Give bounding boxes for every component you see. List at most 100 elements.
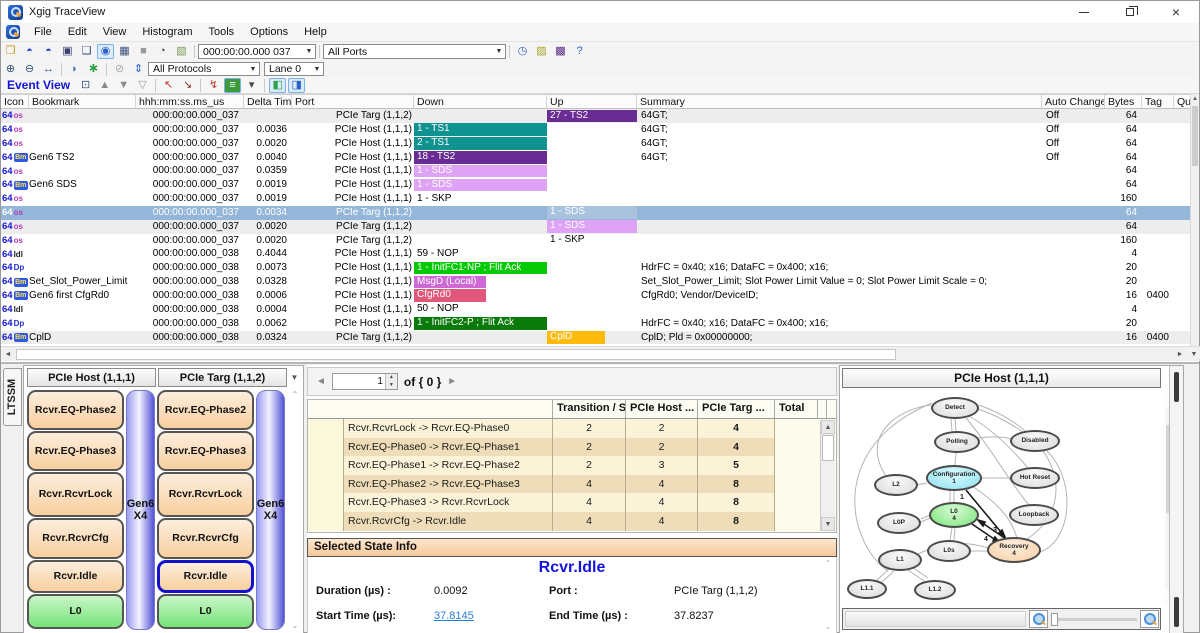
transition-row[interactable]: Rcvr.EQ-Phase2 -> Rcvr.EQ-Phase3448 [308, 475, 836, 494]
diagram-hscrollbar[interactable] [845, 611, 1026, 627]
decode-view-icon[interactable]: ◧ [269, 78, 286, 93]
diagram-node-l1-1[interactable]: L1.1 [847, 579, 887, 599]
diagram-node-hot-reset[interactable]: Hot Reset [1010, 467, 1060, 489]
ltssm-state-rcvr-rcvrlock[interactable]: Rcvr.RcvrLock [27, 472, 124, 517]
lane-view-icon[interactable]: ◨ [288, 78, 305, 93]
col-header-bytes[interactable]: Bytes [1105, 95, 1142, 108]
diagram-node-polling[interactable]: Polling [934, 431, 980, 453]
traffic-dropdown-icon[interactable]: ▾ [243, 78, 260, 93]
scroll-down-icon[interactable]: ⌄ [292, 621, 299, 630]
event-table-hscrollbar[interactable]: ◄ ► ▼ [1, 346, 1200, 361]
menu-tools[interactable]: Tools [200, 24, 242, 40]
export-segment-icon[interactable]: ◓ [40, 44, 57, 59]
menu-options[interactable]: Options [242, 24, 296, 40]
ltssm-port-header-0[interactable]: PCIe Host (1,1,1) [27, 368, 156, 387]
scroll-up-icon[interactable]: ⌃ [292, 390, 299, 399]
diagram-node-l1[interactable]: L1 [878, 549, 922, 571]
transition-row[interactable]: Rcvr.EQ-Phase0 -> Rcvr.EQ-Phase1224 [308, 438, 836, 457]
diagram-node-recovery[interactable]: Recovery4 [987, 537, 1041, 563]
snapshot-icon[interactable]: ▧ [173, 44, 190, 59]
transition-row[interactable]: Rcvr.RcvrLock -> Rcvr.EQ-Phase0224 [308, 419, 836, 438]
menu-histogram[interactable]: Histogram [134, 24, 200, 40]
scroll-up-icon[interactable]: ▲ [1191, 94, 1199, 105]
trans-header-3[interactable]: Total [775, 400, 818, 418]
time-info-icon[interactable]: ◷ [514, 44, 531, 59]
col-header-auto-change[interactable]: Auto Change [1042, 95, 1105, 108]
ltssm-port-header-1[interactable]: PCIe Targ (1,1,2) [158, 368, 287, 387]
scroll-down-icon[interactable]: ▼ [1187, 351, 1200, 358]
ports-combo[interactable]: All Ports ▼ [323, 44, 506, 59]
save-all-icon[interactable]: ❏ [78, 44, 95, 59]
ltssm-state-rcvr-idle[interactable]: Rcvr.Idle [27, 560, 124, 593]
menu-file[interactable]: File [26, 24, 60, 40]
table-row[interactable]: 64os000:00:00.000_0370.0020PCIe Targ (1,… [1, 220, 1192, 234]
trans-header-0[interactable]: Transition / State [553, 400, 626, 418]
diagram-node-disabled[interactable]: Disabled [1010, 430, 1060, 452]
diagram-node-detect[interactable]: Detect [931, 397, 979, 419]
scroll-down-icon[interactable]: ⌄ [825, 622, 832, 631]
save-icon[interactable]: ▣ [59, 44, 76, 59]
nav-next-icon[interactable]: ► [447, 376, 457, 387]
diagram-node-configuration[interactable]: Configuration1 [926, 465, 982, 491]
diagram-header[interactable]: PCIe Host (1,1,1) [842, 368, 1161, 388]
restore-button[interactable] [1107, 1, 1153, 23]
export-trace-icon[interactable]: ◓ [21, 44, 38, 59]
fit-width-icon[interactable]: ↔ [40, 62, 57, 77]
diagram-node-l0p[interactable]: L0P [877, 512, 921, 534]
table-row[interactable]: 64os000:00:00.000_0370.0020PCIe Host (1,… [1, 137, 1192, 151]
table-row[interactable]: 64os000:00:00.000_0370.0034PCIe Targ (1,… [1, 206, 1192, 220]
col-header-up[interactable]: Up [547, 95, 637, 108]
table-row[interactable]: 64Idl000:00:00.000_0380.0004PCIe Host (1… [1, 303, 1192, 317]
jump-down-icon[interactable]: ↘ [179, 78, 196, 93]
trans-header-2[interactable]: PCIe Targ ... [698, 400, 775, 418]
zoom-slider[interactable] [1051, 612, 1137, 626]
lane-combo[interactable]: Lane 0 ▼ [264, 62, 324, 76]
filter-icon[interactable]: ▽ [134, 78, 151, 93]
spin-up-icon[interactable]: ▲ [386, 374, 397, 382]
diagram-node-loopback[interactable]: Loopback [1009, 504, 1059, 526]
trans-header-1[interactable]: PCIe Host ... [626, 400, 698, 418]
table-row[interactable]: 64os000:00:00.000_0370.0020PCIe Targ (1,… [1, 234, 1192, 248]
scroll-up-icon[interactable]: ▲ [821, 420, 835, 434]
col-header-summary[interactable]: Summary [637, 95, 1042, 108]
trigger-icon[interactable]: ↯ [205, 78, 222, 93]
minimize-button[interactable] [1061, 1, 1107, 23]
tag-icon[interactable]: ◗ [66, 62, 83, 77]
state-info-scrollbar[interactable]: ⌃⌄ [822, 559, 834, 631]
panel-splitter[interactable] [1169, 366, 1183, 633]
close-button[interactable]: × [1153, 1, 1199, 23]
search-dim-icon[interactable]: ⊘ [111, 62, 128, 77]
transition-row[interactable]: Rcvr.EQ-Phase3 -> Rcvr.RcvrLock448 [308, 493, 836, 512]
open-trace-icon[interactable]: ❒ [2, 44, 19, 59]
table-row[interactable]: 64os000:00:00.000_0370.0036PCIe Host (1,… [1, 123, 1192, 137]
menu-edit[interactable]: Edit [60, 24, 95, 40]
scroll-right-icon[interactable]: ► [1173, 351, 1187, 358]
scroll-up-icon[interactable]: ⌃ [825, 559, 832, 568]
col-header-delta-time[interactable]: Delta Time [244, 95, 292, 108]
ltssm-state-rcvr-eq-phase2[interactable]: Rcvr.EQ-Phase2 [157, 390, 254, 430]
col-header-port[interactable]: Port [292, 95, 414, 108]
zoom-out-icon[interactable]: ⊖ [21, 62, 38, 77]
col-header-icon[interactable]: Icon [1, 95, 29, 108]
ltssm-scrollbar[interactable]: ⌃⌄ [289, 390, 301, 630]
scroll-left-icon[interactable]: ◄ [1, 351, 15, 358]
table-row[interactable]: 64BmGen6 TS2000:00:00.000_0370.0040PCIe … [1, 151, 1192, 165]
prev-event-icon[interactable]: ▲ [96, 78, 113, 93]
zoom-in-icon[interactable] [1140, 610, 1159, 628]
start-time-link[interactable]: 37.8145 [434, 610, 549, 622]
diagram-node-l1-2[interactable]: L1.2 [914, 580, 956, 600]
table-row[interactable]: 64os000:00:00.000_0370.0359PCIe Host (1,… [1, 164, 1192, 178]
help-icon[interactable]: ? [571, 44, 588, 59]
grid-view-icon[interactable]: ▦ [116, 44, 133, 59]
ltssm-state-rcvr-eq-phase2[interactable]: Rcvr.EQ-Phase2 [27, 390, 124, 430]
ltssm-state-rcvr-eq-phase3[interactable]: Rcvr.EQ-Phase3 [157, 431, 254, 471]
ltssm-state-rcvr-rcvrcfg[interactable]: Rcvr.RcvrCfg [27, 518, 124, 559]
ltssm-state-rcvr-eq-phase3[interactable]: Rcvr.EQ-Phase3 [27, 431, 124, 471]
zoom-out-icon[interactable] [1029, 610, 1048, 628]
diagram-node-l0s[interactable]: L0s [927, 540, 971, 562]
sync-scroll-icon[interactable]: ⇕ [130, 62, 147, 77]
next-event-icon[interactable]: ▼ [115, 78, 132, 93]
col-header-down[interactable]: Down [414, 95, 547, 108]
protocols-combo[interactable]: All Protocols ▼ [148, 62, 260, 76]
menu-view[interactable]: View [95, 24, 135, 40]
